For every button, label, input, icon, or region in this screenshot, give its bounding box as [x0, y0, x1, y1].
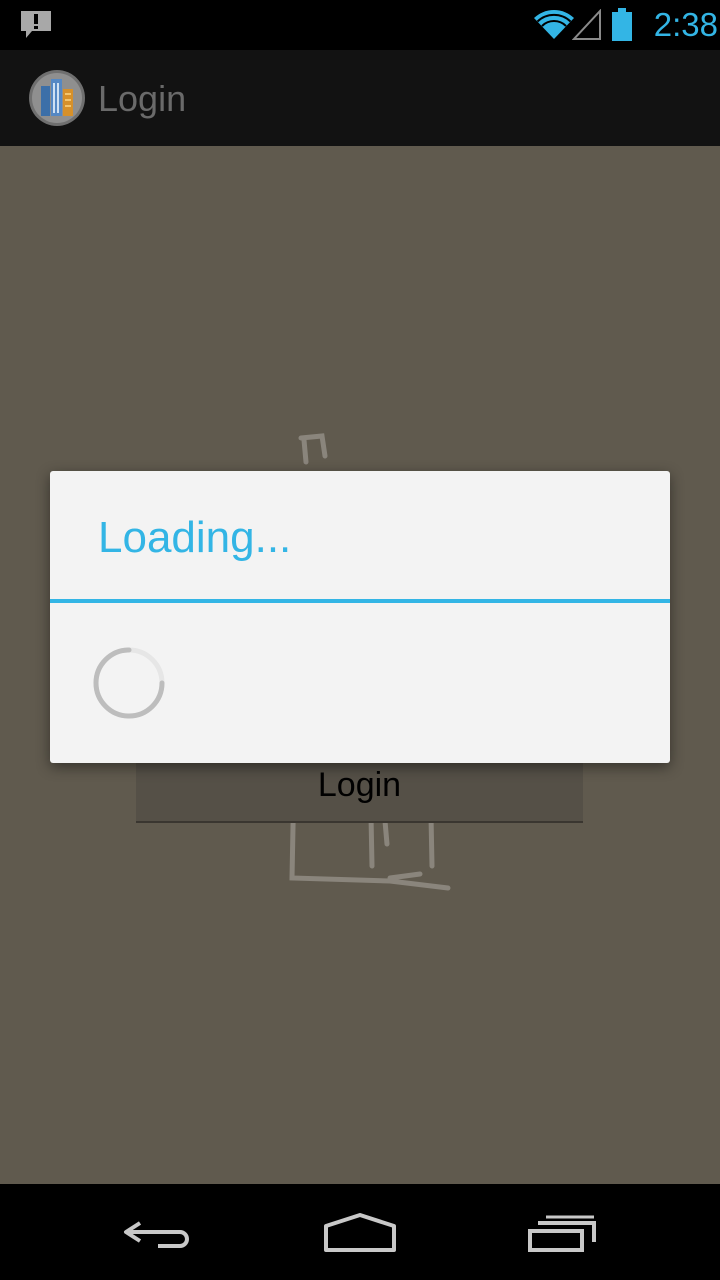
navigation-bar	[0, 1184, 720, 1280]
cell-signal-icon	[571, 8, 602, 41]
dialog-title: Loading...	[98, 513, 292, 562]
dialog-divider	[50, 599, 670, 603]
back-button[interactable]	[100, 1202, 220, 1262]
battery-icon	[611, 8, 633, 42]
home-button[interactable]	[300, 1202, 420, 1262]
recents-button[interactable]	[502, 1202, 622, 1262]
recents-icon	[528, 1215, 596, 1252]
loading-dialog: Loading...	[50, 471, 670, 763]
status-bar: 2:38	[0, 0, 720, 50]
status-clock: 2:38	[653, 6, 718, 43]
spinner-icon	[91, 645, 167, 721]
buildings-app-icon[interactable]	[28, 69, 86, 127]
action-bar-title: Login	[98, 78, 187, 119]
wifi-icon	[533, 9, 575, 41]
back-icon	[124, 1221, 189, 1248]
alert-notification-icon	[18, 9, 54, 41]
action-bar: Login	[0, 50, 720, 146]
home-icon	[324, 1213, 396, 1252]
